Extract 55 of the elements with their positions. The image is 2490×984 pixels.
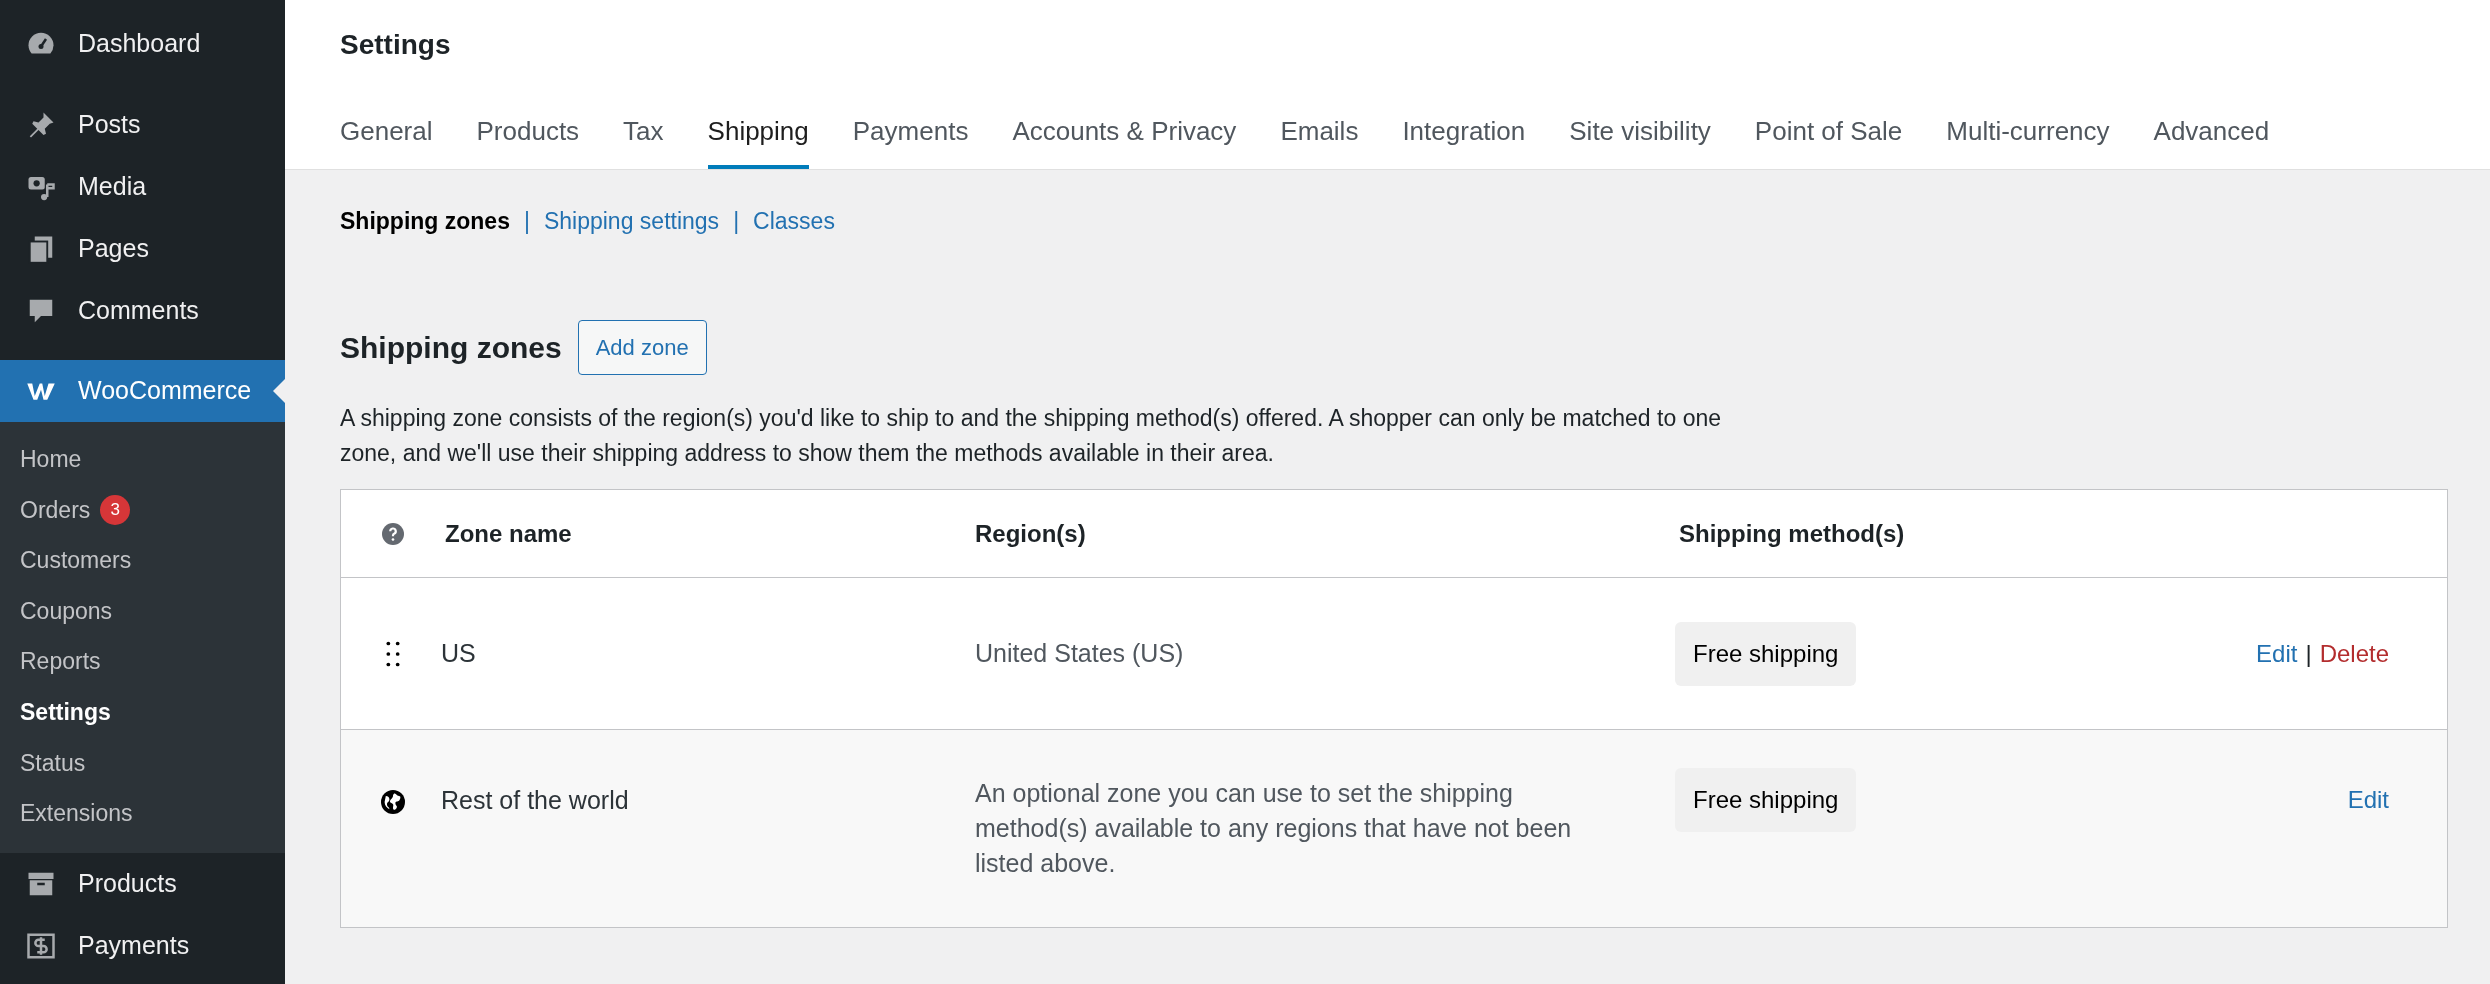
page-title: Settings: [340, 28, 452, 62]
settings-tab[interactable]: Products: [476, 111, 580, 169]
subnav-link[interactable]: Classes: [753, 203, 835, 239]
sidebar-subitem[interactable]: Extensions: [0, 788, 285, 839]
zone-name: US: [441, 638, 476, 667]
delete-link[interactable]: Delete: [2319, 635, 2389, 672]
pointer-arrow: [273, 379, 285, 403]
globe-icon: [381, 790, 405, 815]
settings-tab[interactable]: Payments: [852, 111, 969, 169]
sidebar-subitem[interactable]: Reports: [0, 636, 285, 687]
column-header: Shipping method(s): [1679, 519, 1905, 547]
drag-handle-icon[interactable]: [386, 639, 400, 668]
zone-name: Rest of the world: [441, 786, 629, 815]
sidebar-item[interactable]: WooCommerce: [0, 360, 285, 422]
column-header: Zone name: [445, 519, 572, 547]
sidebar-subitem[interactable]: Home: [0, 434, 285, 485]
subnav-link[interactable]: Shipping settings: [543, 203, 720, 239]
sidebar-subitem[interactable]: Coupons: [0, 585, 285, 637]
subnav-link[interactable]: Shipping zones: [340, 203, 510, 239]
sidebar-item[interactable]: Products: [0, 852, 285, 915]
sidebar-subitem[interactable]: Status: [0, 737, 285, 789]
settings-tab[interactable]: Multi-currency: [1946, 111, 2110, 169]
settings-tab[interactable]: Shipping: [707, 111, 809, 169]
settings-tab[interactable]: Tax: [623, 111, 664, 169]
shipping-method-chip: Free shipping: [1675, 768, 1857, 833]
sidebar-item[interactable]: Dashboard: [0, 0, 285, 88]
separator: |: [733, 206, 740, 236]
settings-tab[interactable]: Site visibility: [1569, 111, 1711, 169]
shipping-method-chip: Free shipping: [1675, 621, 1857, 686]
separator: |: [523, 206, 530, 236]
settings-tab[interactable]: Advanced: [2153, 111, 2270, 169]
sidebar-item[interactable]: Posts: [0, 94, 285, 156]
sidebar-subitem[interactable]: Settings: [0, 686, 285, 738]
settings-tab[interactable]: Accounts & Privacy: [1012, 111, 1237, 169]
zone-region: An optional zone you can use to set the shipping method(s) available to any regions that have not been listed above.: [975, 778, 1573, 880]
help-icon[interactable]: [382, 522, 404, 545]
section-description: A shipping zone consists of the region(s) you'd like to ship to and the shipping method(s) offered. A shopper can only be matched to one zone, and we'll use their shipping address to show them the methods available in their area.: [340, 404, 1722, 469]
edit-link[interactable]: Edit: [2347, 782, 2389, 819]
count-badge: 3: [100, 494, 131, 525]
sidebar-subitem[interactable]: Customers: [0, 535, 285, 586]
sidebar-item[interactable]: Media: [0, 156, 285, 218]
sidebar-item[interactable]: Pages: [0, 218, 285, 280]
separator: |: [2305, 638, 2312, 669]
edit-link[interactable]: Edit: [2256, 635, 2298, 672]
section-heading: Shipping zones: [340, 329, 562, 366]
column-header: Region(s): [975, 519, 1086, 547]
settings-tab[interactable]: General: [340, 111, 433, 169]
sidebar-subitem[interactable]: Orders 3: [0, 484, 285, 536]
settings-tab[interactable]: Integration: [1402, 111, 1526, 169]
settings-tab[interactable]: Point of Sale: [1754, 111, 1903, 169]
sidebar-item[interactable]: Comments: [0, 280, 285, 342]
sidebar-item[interactable]: Payments: [0, 914, 285, 977]
settings-tab[interactable]: Emails: [1280, 111, 1359, 169]
zone-region: United States (US): [975, 638, 1185, 670]
add-zone-button[interactable]: Add zone: [577, 320, 707, 376]
